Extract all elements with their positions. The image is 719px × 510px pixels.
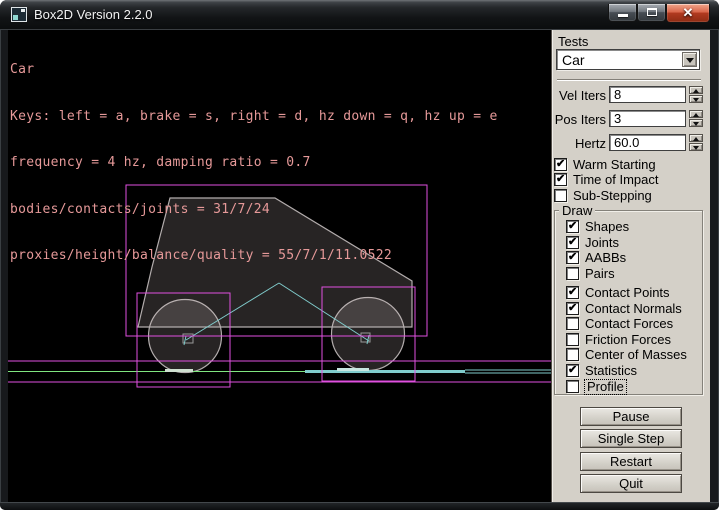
separator xyxy=(557,79,701,81)
window-title: Box2D Version 2.2.0 xyxy=(34,7,153,22)
checkbox-box[interactable] xyxy=(554,189,567,202)
checkbox-label: Profile xyxy=(585,380,626,394)
checkbox-box[interactable] xyxy=(566,236,579,249)
arrow-up-icon xyxy=(693,89,699,93)
checkbox-box[interactable] xyxy=(566,348,579,361)
titlebar[interactable]: Box2D Version 2.2.0 ✕ xyxy=(0,0,719,30)
vel-iters-label: Vel Iters xyxy=(552,88,606,103)
arrow-down-icon xyxy=(693,146,699,150)
checkbox-label: Contact Normals xyxy=(585,302,682,316)
pos-iters-input[interactable] xyxy=(609,110,686,127)
vel-iters-spin-up-button[interactable] xyxy=(689,86,703,94)
hud-frequency-line: frequency = 4 hz, damping ratio = 0.7 xyxy=(10,155,498,171)
hud-stats-line: bodies/contacts/joints = 31/7/24 xyxy=(10,202,498,218)
maximize-icon xyxy=(647,8,657,16)
tests-dropdown[interactable]: Car xyxy=(556,49,700,70)
quit-button[interactable]: Quit xyxy=(580,474,682,493)
pause-button[interactable]: Pause xyxy=(580,407,682,426)
vel-iters-input[interactable] xyxy=(609,86,686,103)
checkbox-label: Center of Masses xyxy=(585,348,687,362)
minimize-icon xyxy=(618,14,628,17)
pos-iters-row: Pos Iters xyxy=(552,110,707,127)
checkbox-label: AABBs xyxy=(585,251,626,265)
vel-iters-spinner xyxy=(689,86,703,103)
checkbox-box[interactable] xyxy=(566,317,579,330)
vel-iters-spin-down-button[interactable] xyxy=(689,95,703,103)
chevron-down-icon xyxy=(686,58,694,63)
hud-proxies-line: proxies/height/balance/quality = 55/7/1/… xyxy=(10,248,498,264)
checkbox-box[interactable] xyxy=(566,286,579,299)
right-wheel-contact-mark xyxy=(337,368,369,371)
checkbox-box[interactable] xyxy=(566,251,579,264)
maximize-button[interactable] xyxy=(637,4,666,22)
hertz-spin-down-button[interactable] xyxy=(689,143,703,151)
pos-iters-spinner xyxy=(689,110,703,127)
checkbox-label: Time of Impact xyxy=(573,173,658,187)
arrow-up-icon xyxy=(693,113,699,117)
checkbox-label: Sub-Stepping xyxy=(573,189,652,203)
arrow-down-icon xyxy=(693,122,699,126)
app-icon xyxy=(11,7,27,22)
checkbox-box[interactable] xyxy=(566,220,579,233)
checkbox-label: Contact Points xyxy=(585,286,670,300)
checkbox-box[interactable] xyxy=(566,364,579,377)
hertz-spinner xyxy=(689,134,703,151)
left-wheel-contact-mark xyxy=(165,369,193,372)
app-window: Box2D Version 2.2.0 ✕ xyxy=(0,0,719,510)
pos-iters-label: Pos Iters xyxy=(552,112,606,127)
hertz-input[interactable] xyxy=(609,134,686,151)
hertz-label: Hertz xyxy=(552,136,606,151)
checkbox-box[interactable] xyxy=(566,380,579,393)
tests-dropdown-value: Car xyxy=(562,52,585,68)
pos-iters-spin-down-button[interactable] xyxy=(689,119,703,127)
checkbox-label: Joints xyxy=(585,236,619,250)
checkbox-label: Pairs xyxy=(585,267,615,281)
hertz-spin-up-button[interactable] xyxy=(689,134,703,142)
close-button[interactable]: ✕ xyxy=(666,4,710,23)
control-panel: Tests Car Vel Iters Pos Iters xyxy=(551,30,710,502)
hertz-row: Hertz xyxy=(552,134,707,151)
window-client-area: Car Keys: left = a, brake = s, right = d… xyxy=(0,30,719,502)
checkbox-box[interactable] xyxy=(566,267,579,280)
hud-keys-line: Keys: left = a, brake = s, right = d, hz… xyxy=(10,109,498,125)
tests-label: Tests xyxy=(558,34,588,49)
checkbox-label: Shapes xyxy=(585,220,629,234)
simulation-canvas[interactable]: Car Keys: left = a, brake = s, right = d… xyxy=(8,30,551,502)
checkbox-box[interactable] xyxy=(554,173,567,186)
checkbox-label: Warm Starting xyxy=(573,158,656,172)
single-step-button[interactable]: Single Step xyxy=(580,429,682,448)
checkbox-label: Friction Forces xyxy=(585,333,671,347)
arrow-down-icon xyxy=(693,98,699,102)
arrow-up-icon xyxy=(693,137,699,141)
checkbox-label: Contact Forces xyxy=(585,317,673,331)
window-bottom-border xyxy=(0,502,719,510)
vel-iters-row: Vel Iters xyxy=(552,86,707,103)
draw-group-title: Draw xyxy=(559,203,595,218)
checkbox-box[interactable] xyxy=(566,333,579,346)
close-icon: ✕ xyxy=(667,5,709,21)
checkbox-box[interactable] xyxy=(554,158,567,171)
hud-test-title: Car xyxy=(10,62,498,78)
minimize-button[interactable] xyxy=(608,4,637,22)
checkbox-label: Statistics xyxy=(585,364,637,378)
tests-dropdown-arrow-button[interactable] xyxy=(682,52,697,67)
checkbox-box[interactable] xyxy=(566,302,579,315)
restart-button[interactable]: Restart xyxy=(580,452,682,471)
pos-iters-spin-up-button[interactable] xyxy=(689,110,703,118)
hud-text: Car Keys: left = a, brake = s, right = d… xyxy=(10,31,498,295)
